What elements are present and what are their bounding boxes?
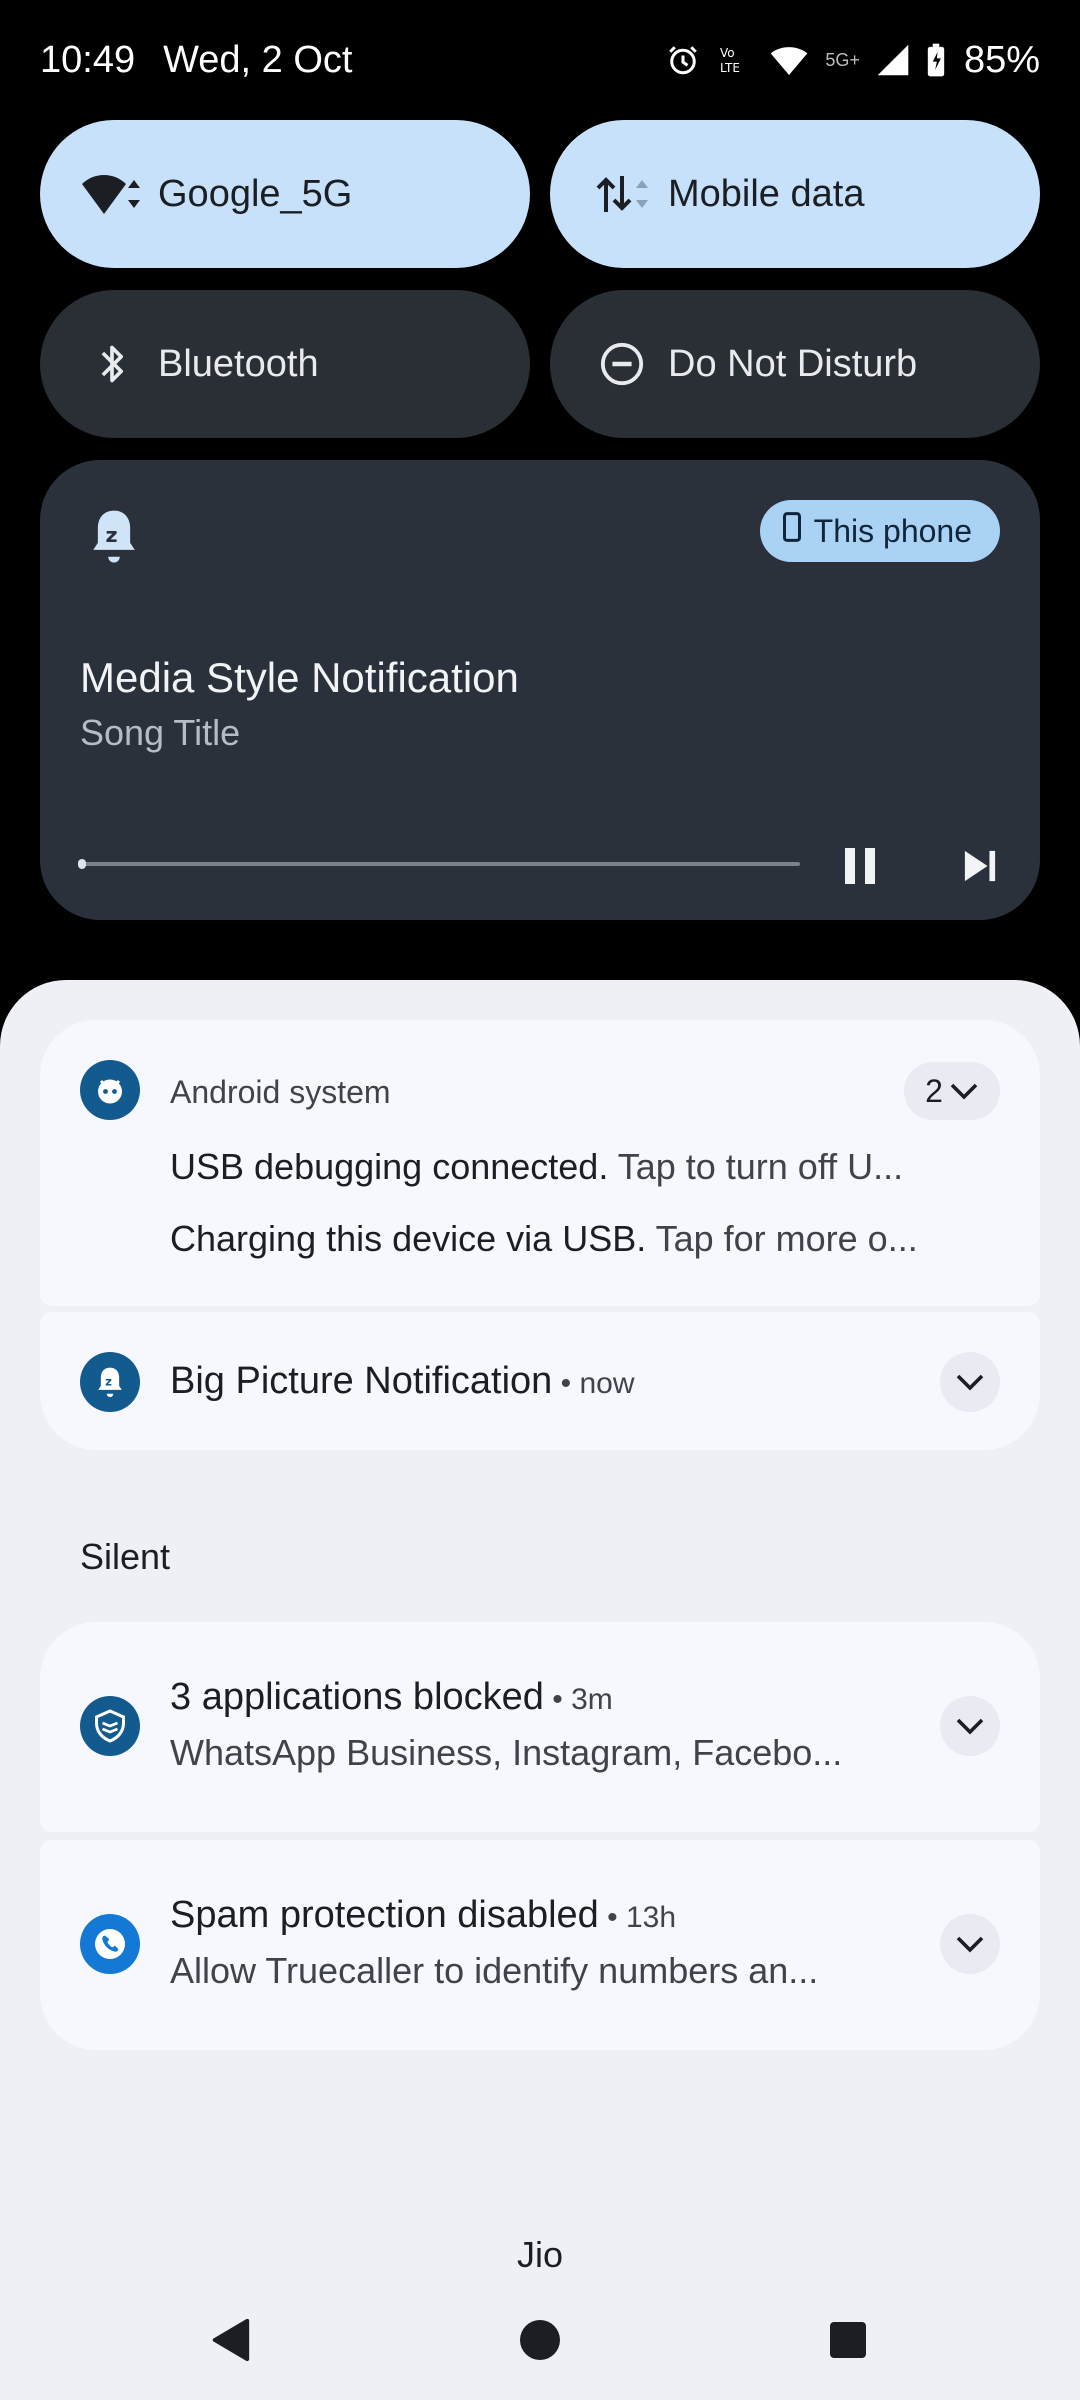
chevron-down-icon (956, 1718, 984, 1735)
output-chip-label: This phone (813, 512, 972, 549)
usb-debugging-text: Tap to turn off U... (617, 1146, 904, 1187)
seek-bar-thumb[interactable] (78, 859, 86, 869)
apps-blocked-expand-button[interactable] (940, 1696, 1000, 1756)
carrier-label: Jio (516, 2234, 564, 2275)
seek-bar[interactable] (80, 862, 800, 866)
battery-percent: 85% (963, 38, 1040, 81)
media-subtitle: Song Title (80, 712, 241, 753)
svg-text:LTE: LTE (720, 61, 740, 75)
big-picture-expand-button[interactable] (940, 1352, 1000, 1412)
alarm-icon (665, 42, 701, 78)
tile-wifi[interactable]: Google_5G (40, 120, 530, 268)
apps-blocked-time: • 3m (543, 1683, 613, 1716)
charging-usb-title: Charging this device via USB. (170, 1218, 647, 1259)
android-system-icon (80, 1060, 140, 1120)
spam-title-row: Spam protection disabled • 13h (170, 1894, 676, 1937)
pause-button[interactable] (820, 826, 900, 906)
do-not-disturb-icon (590, 332, 654, 396)
tile-mobile-data-label: Mobile data (668, 172, 865, 215)
wifi-signal-icon (769, 42, 809, 78)
status-time: 10:49 (40, 38, 136, 81)
bell-z-icon: z (86, 506, 142, 566)
nav-home-button[interactable] (500, 2300, 580, 2380)
big-picture-time: • now (552, 1367, 635, 1400)
usb-debugging-title: USB debugging connected. (170, 1146, 609, 1187)
output-switcher-chip[interactable]: This phone (759, 500, 1000, 562)
big-picture-title: Big Picture Notification (170, 1360, 553, 1402)
pause-icon (845, 848, 875, 884)
cell-signal-icon (876, 43, 910, 77)
truecaller-icon (80, 1914, 140, 1974)
tile-bluetooth[interactable]: Bluetooth (40, 290, 530, 438)
spam-title: Spam protection disabled (170, 1894, 599, 1936)
skip-next-button[interactable] (940, 826, 1020, 906)
spam-expand-button[interactable] (940, 1914, 1000, 1974)
status-icons: Vo LTE 5G+ 85% (665, 39, 1040, 82)
svg-text:z: z (105, 523, 117, 547)
notification-count: 2 (925, 1072, 943, 1109)
media-player-card[interactable]: z This phone Media Style Notification So… (40, 460, 1040, 920)
notification-spam-protection[interactable] (40, 1840, 1040, 2050)
spam-time: • 13h (598, 1901, 677, 1934)
bell-z-app-icon: z (80, 1352, 140, 1412)
volte-icon: Vo LTE (717, 42, 753, 78)
silent-section-label: Silent (80, 1536, 171, 1577)
tile-bluetooth-label: Bluetooth (158, 342, 319, 385)
bluetooth-icon (80, 332, 144, 396)
charging-usb-text: Tap for more o... (655, 1218, 918, 1259)
android-system-app-name: Android system (170, 1074, 391, 1110)
chevron-down-icon (950, 1083, 978, 1100)
svg-text:Vo: Vo (720, 46, 735, 60)
apps-blocked-text: WhatsApp Business, Instagram, Facebo... (170, 1732, 843, 1773)
media-title: Media Style Notification (80, 654, 519, 701)
phone-icon (782, 512, 802, 550)
chevron-down-icon (956, 1374, 984, 1391)
nav-back-button[interactable] (190, 2300, 270, 2380)
tile-wifi-label: Google_5G (158, 172, 353, 215)
status-date: Wed, 2 Oct (163, 38, 353, 81)
battery-charging-icon (926, 42, 946, 78)
wifi-icon (80, 162, 144, 226)
usb-debugging-line[interactable]: USB debugging connected. Tap to turn off… (170, 1146, 1000, 1188)
skip-next-icon (964, 850, 996, 882)
data-transfer-icon (590, 162, 654, 226)
network-type-label: 5G+ (825, 50, 860, 70)
apps-blocked-title: 3 applications blocked (170, 1676, 544, 1718)
notification-apps-blocked[interactable] (40, 1622, 1040, 1832)
status-bar: 10:49 Wed, 2 Oct Vo LTE 5G+ 85% (0, 0, 1080, 120)
notification-count-chip[interactable]: 2 (904, 1062, 1000, 1120)
svg-text:z: z (105, 1374, 112, 1388)
chevron-down-icon (956, 1936, 984, 1953)
recents-icon (830, 2322, 866, 2358)
back-icon (212, 2318, 250, 2362)
tile-do-not-disturb[interactable]: Do Not Disturb (550, 290, 1040, 438)
apps-blocked-title-row: 3 applications blocked • 3m (170, 1676, 613, 1719)
nav-recents-button[interactable] (808, 2300, 888, 2380)
tile-mobile-data[interactable]: Mobile data (550, 120, 1040, 268)
spam-text: Allow Truecaller to identify numbers an.… (170, 1950, 819, 1991)
home-icon (520, 2320, 560, 2360)
app-blocker-icon (80, 1696, 140, 1756)
big-picture-title-row: Big Picture Notification • now (170, 1360, 635, 1403)
charging-usb-line[interactable]: Charging this device via USB. Tap for mo… (170, 1218, 1000, 1260)
tile-dnd-label: Do Not Disturb (668, 342, 918, 385)
